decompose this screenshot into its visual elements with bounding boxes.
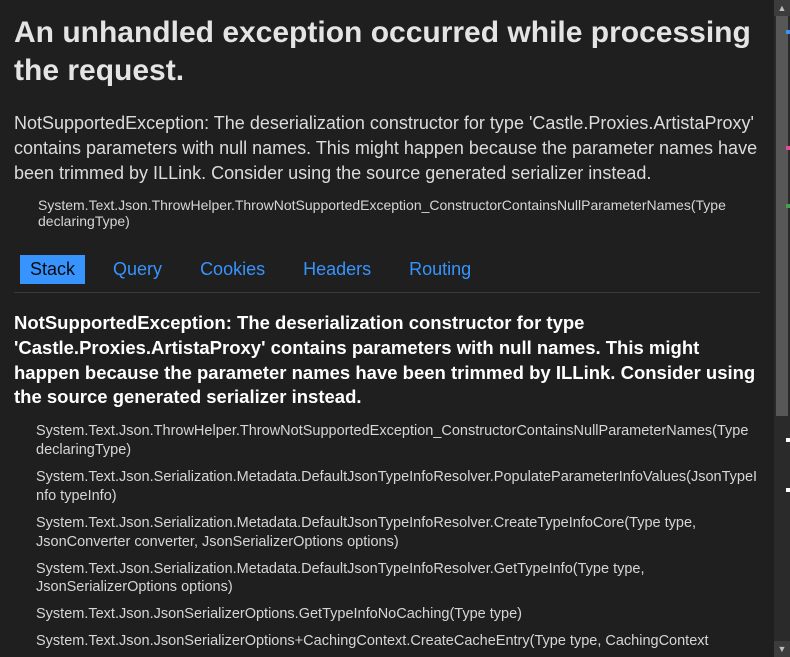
tab-headers[interactable]: Headers [293,255,381,284]
scroll-down-button[interactable]: ▼ [774,641,790,657]
error-page: An unhandled exception occurred while pr… [0,0,774,657]
stack-frame[interactable]: System.Text.Json.Serialization.Metadata.… [36,560,760,598]
stack-frame[interactable]: System.Text.Json.Serialization.Metadata.… [36,468,760,506]
viewport: An unhandled exception occurred while pr… [0,0,790,657]
stack-frame-list: System.Text.Json.ThrowHelper.ThrowNotSup… [14,422,760,650]
scrollbar-thumb[interactable] [776,16,788,416]
tab-cookies[interactable]: Cookies [190,255,275,284]
chevron-up-icon: ▲ [778,3,787,13]
page-title: An unhandled exception occurred while pr… [14,14,760,89]
exception-summary: NotSupportedException: The deserializati… [14,111,760,187]
scrollbar-track[interactable] [774,16,790,641]
stack-exception-heading: NotSupportedException: The deserializati… [14,311,760,411]
tab-query[interactable]: Query [103,255,172,284]
tab-routing[interactable]: Routing [399,255,481,284]
vertical-scrollbar[interactable]: ▲ ▼ [774,0,790,657]
scroll-up-button[interactable]: ▲ [774,0,790,16]
tab-bar: Stack Query Cookies Headers Routing [14,249,760,293]
stack-frame[interactable]: System.Text.Json.Serialization.Metadata.… [36,514,760,552]
exception-summary-frame: System.Text.Json.ThrowHelper.ThrowNotSup… [14,197,760,229]
chevron-down-icon: ▼ [778,644,787,654]
page-scroll-area: An unhandled exception occurred while pr… [0,0,774,657]
stack-frame[interactable]: System.Text.Json.JsonSerializerOptions+C… [36,632,760,651]
tab-stack[interactable]: Stack [20,255,85,284]
stack-frame[interactable]: System.Text.Json.ThrowHelper.ThrowNotSup… [36,422,760,460]
stack-frame[interactable]: System.Text.Json.JsonSerializerOptions.G… [36,605,760,624]
